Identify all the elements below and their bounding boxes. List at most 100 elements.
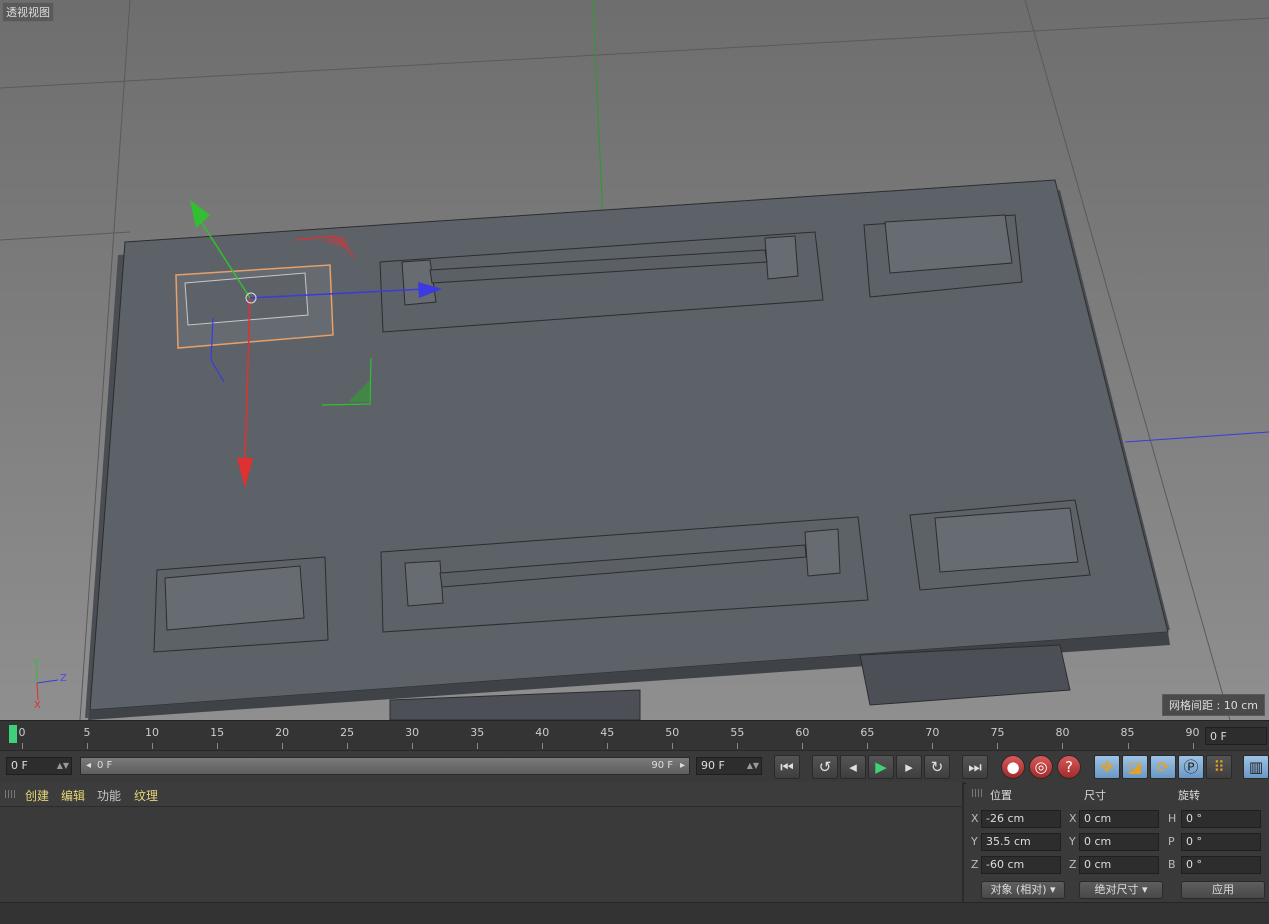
position-x-value: -26 cm xyxy=(986,812,1025,825)
start-frame-value: 0 F xyxy=(11,759,28,772)
chevron-down-icon: ▾ xyxy=(1050,883,1056,896)
timeline-tick-label: 15 xyxy=(210,726,225,739)
prev-key-button[interactable]: ↺ xyxy=(812,755,838,779)
size-mode-dropdown[interactable]: 绝对尺寸 ▾ xyxy=(1079,881,1163,899)
size-z-value: 0 cm xyxy=(1084,858,1112,871)
timeline-tick xyxy=(152,743,154,749)
record-key-button[interactable]: ● xyxy=(1001,755,1025,779)
bottom-left-block[interactable] xyxy=(153,556,329,653)
size-y-field[interactable]: 0 cm xyxy=(1079,833,1159,851)
goto-start-button[interactable]: ⏮ xyxy=(774,755,800,779)
goto-end-button[interactable]: ⏭ xyxy=(962,755,988,779)
timeline-tick-label: 90 xyxy=(1185,726,1200,739)
timeline-tick-label: 5 xyxy=(83,726,91,739)
coordinate-mode-value: 对象 (相对) xyxy=(990,883,1047,896)
timeline-tick-label: 75 xyxy=(990,726,1005,739)
range-slider[interactable]: ◂ 0 F 90 F ▸ xyxy=(80,757,690,775)
perspective-viewport[interactable]: Y Z X 透视视图 网格间距 : 10 cm xyxy=(0,0,1269,720)
timeline-tick-label: 55 xyxy=(730,726,745,739)
position-y-value: 35.5 cm xyxy=(986,835,1031,848)
timeline-tick xyxy=(542,743,544,749)
viewport-name[interactable]: 透视视图 xyxy=(2,2,54,22)
prev-frame-button[interactable]: ◂ xyxy=(840,755,866,779)
timeline-tick xyxy=(347,743,349,749)
chevron-left-icon[interactable]: ◂ xyxy=(86,758,91,774)
menu-edit[interactable]: 编辑 xyxy=(61,787,85,804)
end-frame-value: 90 F xyxy=(701,759,725,772)
timeline-tick xyxy=(1192,743,1194,749)
size-z-field[interactable]: 0 cm xyxy=(1079,856,1159,874)
play-button[interactable]: ▶ xyxy=(868,755,894,779)
transport-bar: 0 F ▲▼ ◂ 0 F 90 F ▸ 90 F ▲▼ ⏮ ↺ ◂ ▶ ▸ ↻ ⏭ … xyxy=(0,750,1269,784)
film-icon[interactable]: ▥ xyxy=(1243,755,1269,779)
chevron-down-icon: ▾ xyxy=(1141,883,1148,896)
selected-block[interactable] xyxy=(175,264,334,349)
grip-icon[interactable] xyxy=(972,789,982,797)
apply-button[interactable]: 应用 xyxy=(1181,881,1265,899)
timeline-tick xyxy=(412,743,414,749)
end-frame-field[interactable]: 90 F ▲▼ xyxy=(696,757,762,775)
bottom-panel: 创建 编辑 功能 纹理 位置 尺寸 旋转 X -26 cm X 0 cm H 0… xyxy=(0,782,1269,924)
next-frame-button[interactable]: ▸ xyxy=(896,755,922,779)
spinner-icon[interactable]: ▲▼ xyxy=(747,758,759,774)
timeline-tick xyxy=(87,743,89,749)
timeline-tick-label: 50 xyxy=(665,726,680,739)
header-position: 位置 xyxy=(990,789,1012,802)
timeline-tick xyxy=(932,743,934,749)
timeline-tick-label: 45 xyxy=(600,726,615,739)
move-tool-icon[interactable]: ✥ xyxy=(1094,755,1120,779)
timeline-tick xyxy=(997,743,999,749)
rotate-tool-icon[interactable]: ⟳ xyxy=(1150,755,1176,779)
rotation-h-field[interactable]: 0 ° xyxy=(1181,810,1261,828)
header-size: 尺寸 xyxy=(1084,789,1106,802)
size-x-value: 0 cm xyxy=(1084,812,1112,825)
coordinate-mode-dropdown[interactable]: 对象 (相对) ▾ xyxy=(981,881,1065,899)
auto-key-button[interactable]: ◎ xyxy=(1029,755,1053,779)
header-rotation: 旋转 xyxy=(1178,789,1200,802)
bottom-right-block[interactable] xyxy=(909,499,1091,591)
position-x-field[interactable]: -26 cm xyxy=(981,810,1061,828)
rot-h-label: H xyxy=(1168,812,1177,825)
playhead[interactable] xyxy=(9,725,17,743)
rotation-b-field[interactable]: 0 ° xyxy=(1181,856,1261,874)
timeline-ruler[interactable]: 0 5 10 15 20 25 30 35 40 45 50 55 60 65 70 75 80 85 90 0 F xyxy=(0,720,1269,751)
rotation-h-value: 0 ° xyxy=(1186,812,1202,825)
size-x-label: X xyxy=(1069,812,1077,825)
position-y-field[interactable]: 35.5 cm xyxy=(981,833,1061,851)
timeline-tick-label: 25 xyxy=(340,726,355,739)
timeline-tick-label: 60 xyxy=(795,726,810,739)
scale-tool-icon[interactable]: ◪ xyxy=(1122,755,1148,779)
current-frame-field[interactable]: 0 F xyxy=(1205,727,1267,745)
timeline-tick xyxy=(672,743,674,749)
timeline-tick xyxy=(1062,743,1064,749)
timeline-tick xyxy=(737,743,739,749)
keyframe-help-button[interactable]: ? xyxy=(1057,755,1081,779)
top-right-block[interactable] xyxy=(863,214,1023,298)
rotation-p-field[interactable]: 0 ° xyxy=(1181,833,1261,851)
timeline-tick xyxy=(22,743,23,749)
timeline-tick-label: 10 xyxy=(145,726,160,739)
chevron-right-icon[interactable]: ▸ xyxy=(680,758,685,774)
size-y-value: 0 cm xyxy=(1084,835,1112,848)
axis-label-x: X xyxy=(34,700,41,711)
size-z-label: Z xyxy=(1069,858,1077,871)
points-tool-icon[interactable]: ⠿ xyxy=(1206,755,1232,779)
timeline-tick-label: 20 xyxy=(275,726,290,739)
timeline-tick-label: 80 xyxy=(1055,726,1070,739)
start-frame-field[interactable]: 0 F ▲▼ xyxy=(6,757,72,775)
grip-icon[interactable] xyxy=(5,790,15,798)
axis-label-y: Y xyxy=(33,658,40,669)
timeline-tick-label: 0 xyxy=(18,726,26,739)
position-z-field[interactable]: -60 cm xyxy=(981,856,1061,874)
size-x-field[interactable]: 0 cm xyxy=(1079,810,1159,828)
timeline-tick xyxy=(802,743,804,749)
menu-texture[interactable]: 纹理 xyxy=(134,787,158,804)
next-key-button[interactable]: ↻ xyxy=(924,755,950,779)
rot-p-label: P xyxy=(1168,835,1175,848)
timeline-tick-label: 40 xyxy=(535,726,550,739)
param-tool-icon[interactable]: Ⓟ xyxy=(1178,755,1204,779)
menu-function[interactable]: 功能 xyxy=(97,787,121,804)
grid-spacing-info: 网格间距 : 10 cm xyxy=(1162,694,1265,716)
spinner-icon[interactable]: ▲▼ xyxy=(57,758,69,774)
menu-create[interactable]: 创建 xyxy=(25,787,49,804)
